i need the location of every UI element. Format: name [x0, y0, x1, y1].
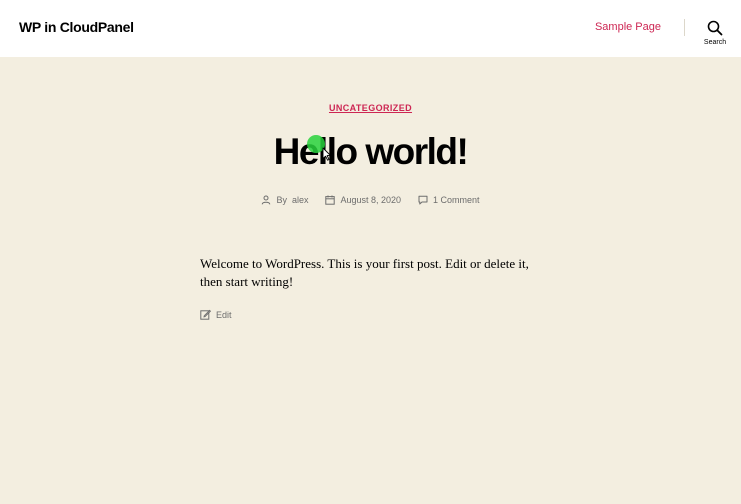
post-category: UNCATEGORIZED	[0, 103, 741, 113]
user-icon	[262, 195, 271, 205]
post-content: Welcome to WordPress. This is your first…	[200, 256, 529, 289]
meta-comments: 1 Comment	[418, 195, 480, 205]
mouse-pointer-icon	[322, 147, 332, 161]
search-icon	[707, 20, 723, 36]
comment-icon	[418, 195, 428, 205]
search-label: Search	[703, 39, 727, 46]
post-title[interactable]: Hello world!	[0, 131, 741, 173]
meta-author: By alex	[261, 195, 308, 205]
edit-icon	[200, 309, 211, 320]
author-link[interactable]: alex	[292, 195, 309, 205]
author-prefix: By	[276, 195, 287, 205]
calendar-icon	[325, 195, 336, 205]
site-header: WP in CloudPanel Sample Page Search	[0, 0, 741, 57]
nav-link-sample-page[interactable]: Sample Page	[595, 21, 661, 33]
comments-link[interactable]: 1 Comment	[433, 195, 480, 205]
site-title-link[interactable]: WP in CloudPanel	[19, 19, 134, 35]
header-divider	[684, 19, 685, 36]
post-meta: By alex August 8, 2020 1 Comment	[0, 195, 741, 205]
edit-label: Edit	[216, 309, 232, 320]
search-toggle-button[interactable]: Search	[696, 18, 734, 50]
category-link[interactable]: UNCATEGORIZED	[329, 103, 412, 113]
edit-post-link[interactable]: Edit	[200, 309, 232, 320]
date-link[interactable]: August 8, 2020	[340, 195, 401, 205]
meta-date: August 8, 2020	[325, 195, 401, 205]
